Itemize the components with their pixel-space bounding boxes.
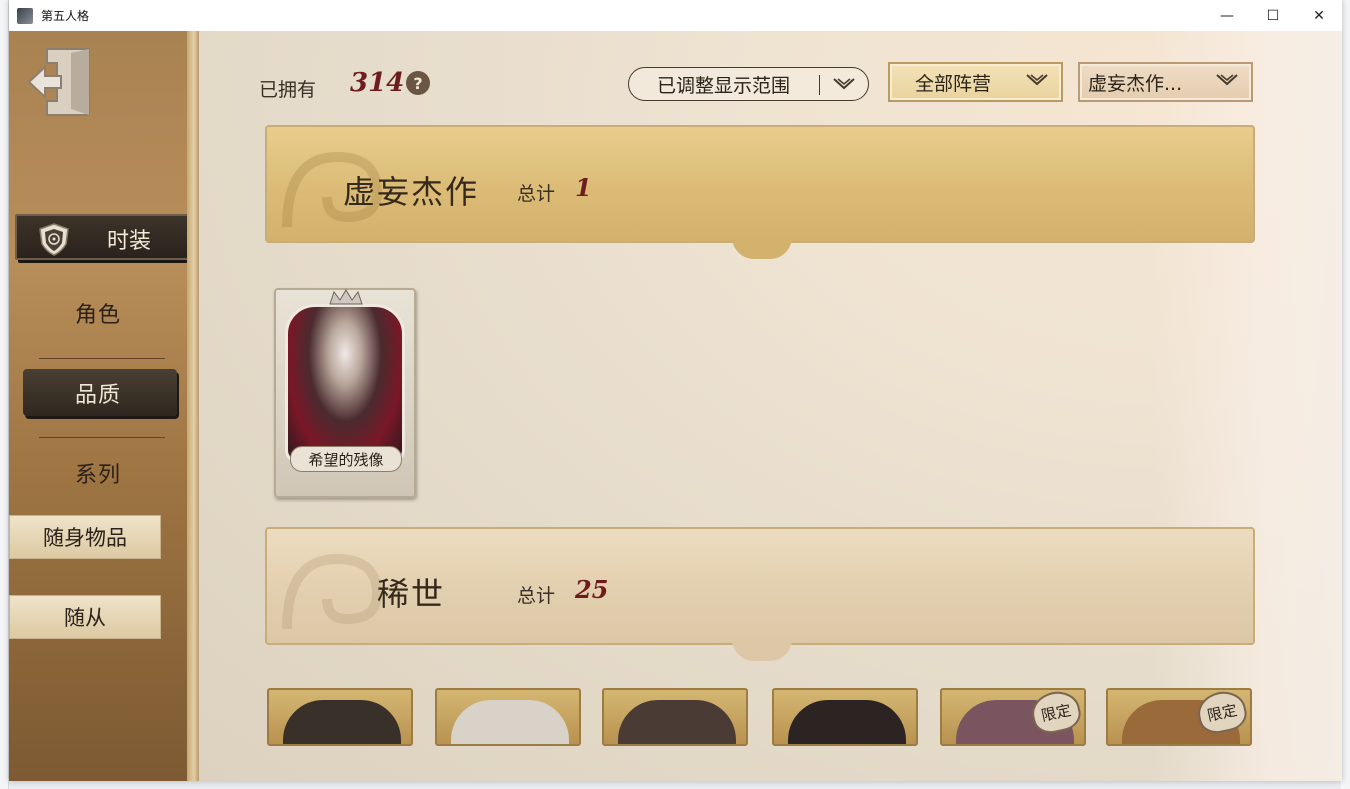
nav-divider [39, 437, 165, 438]
dropdown-separator [819, 75, 820, 95]
costume-card[interactable]: 希望的残像 [274, 288, 416, 498]
chevron-down-icon [833, 78, 855, 90]
section-banner-rare: 稀世 总计 25 [265, 527, 1255, 661]
nav-item-pets[interactable]: 随从 [9, 595, 161, 639]
nav-item-costume[interactable]: 时装 [15, 214, 216, 260]
nav-item-quality-text[interactable]: 品质 [23, 371, 173, 415]
nav-item-accessories-label: 随身物品 [43, 526, 127, 550]
section-title: 稀世 [377, 575, 446, 613]
section-title: 虚妄杰作 [343, 173, 480, 211]
costume-portrait [283, 700, 401, 744]
costume-portrait [451, 700, 569, 744]
nav-item-character[interactable]: 角色 [23, 291, 173, 335]
camp-filter-label: 全部阵营 [915, 72, 992, 95]
quality-filter-dropdown[interactable]: 虚妄杰作... [1078, 62, 1253, 102]
costume-portrait [788, 700, 906, 744]
desktop-edge-left [0, 0, 9, 789]
window-title: 第五人格 [41, 9, 90, 23]
app-window: 第五人格 — ☐ ✕ 时装 角色 品质 系列 随身物品 随从 已拥有 314 ?… [9, 0, 1342, 781]
crown-icon [329, 289, 363, 305]
banner-body: 稀世 总计 25 [265, 527, 1255, 661]
costume-card[interactable]: 限定 [1106, 688, 1252, 746]
shield-emblem-icon [39, 223, 69, 256]
costume-card[interactable]: 限定 [940, 688, 1086, 746]
owned-count: 314 [350, 68, 405, 98]
banner-notch [732, 639, 792, 661]
banner-body: 虚妄杰作 总计 1 [265, 125, 1255, 259]
camp-filter-dropdown[interactable]: 全部阵营 [888, 62, 1063, 102]
section-total-count: 25 [575, 575, 609, 604]
costume-card[interactable] [267, 688, 413, 746]
costume-name: 希望的残像 [290, 446, 402, 472]
costume-portrait [285, 304, 405, 464]
main-content: 已拥有 314 ? 已调整显示范围 全部阵营 虚妄杰作... 虚妄杰作 总计 1… [199, 31, 1342, 781]
nav-item-character-label: 角色 [74, 303, 121, 328]
nav-item-quality-label: 品质 [74, 383, 121, 408]
desktop-edge-right [1341, 0, 1350, 789]
nav-item-accessories[interactable]: 随身物品 [9, 515, 161, 559]
nav-item-series[interactable]: 系列 [23, 451, 173, 495]
exit-door-icon[interactable] [27, 45, 93, 119]
section-total-label: 总计 [517, 183, 556, 205]
display-range-dropdown[interactable]: 已调整显示范围 [628, 67, 869, 101]
quality-filter-label: 虚妄杰作... [1088, 72, 1183, 95]
section-total-count: 1 [575, 173, 592, 202]
costume-card[interactable] [772, 688, 918, 746]
chevron-down-icon [1026, 74, 1048, 86]
help-icon[interactable]: ? [406, 71, 430, 95]
nav-item-pets-label: 随从 [64, 606, 106, 630]
window-controls: — ☐ ✕ [1204, 0, 1342, 31]
nav-divider [39, 358, 165, 359]
game-viewport: 时装 角色 品质 系列 随身物品 随从 已拥有 314 ? 已调整显示范围 全部… [9, 31, 1342, 781]
title-bar[interactable]: 第五人格 — ☐ ✕ [9, 0, 1342, 31]
section-total-label: 总计 [517, 585, 556, 607]
banner-notch [732, 237, 792, 259]
chevron-down-icon [1216, 74, 1238, 86]
sidebar: 时装 角色 品质 系列 随身物品 随从 [9, 31, 216, 781]
minimize-button[interactable]: — [1204, 0, 1250, 31]
costume-portrait [618, 700, 736, 744]
section-banner-masterpiece: 虚妄杰作 总计 1 [265, 125, 1255, 259]
close-button[interactable]: ✕ [1296, 0, 1342, 31]
app-icon [17, 7, 33, 24]
costume-card[interactable] [602, 688, 748, 746]
maximize-button[interactable]: ☐ [1250, 0, 1296, 31]
nav-item-series-label: 系列 [74, 463, 121, 488]
owned-label: 已拥有 [259, 79, 317, 101]
costume-card[interactable] [435, 688, 581, 746]
display-range-label: 已调整显示范围 [657, 74, 791, 97]
nav-item-costume-label: 时装 [107, 229, 152, 254]
